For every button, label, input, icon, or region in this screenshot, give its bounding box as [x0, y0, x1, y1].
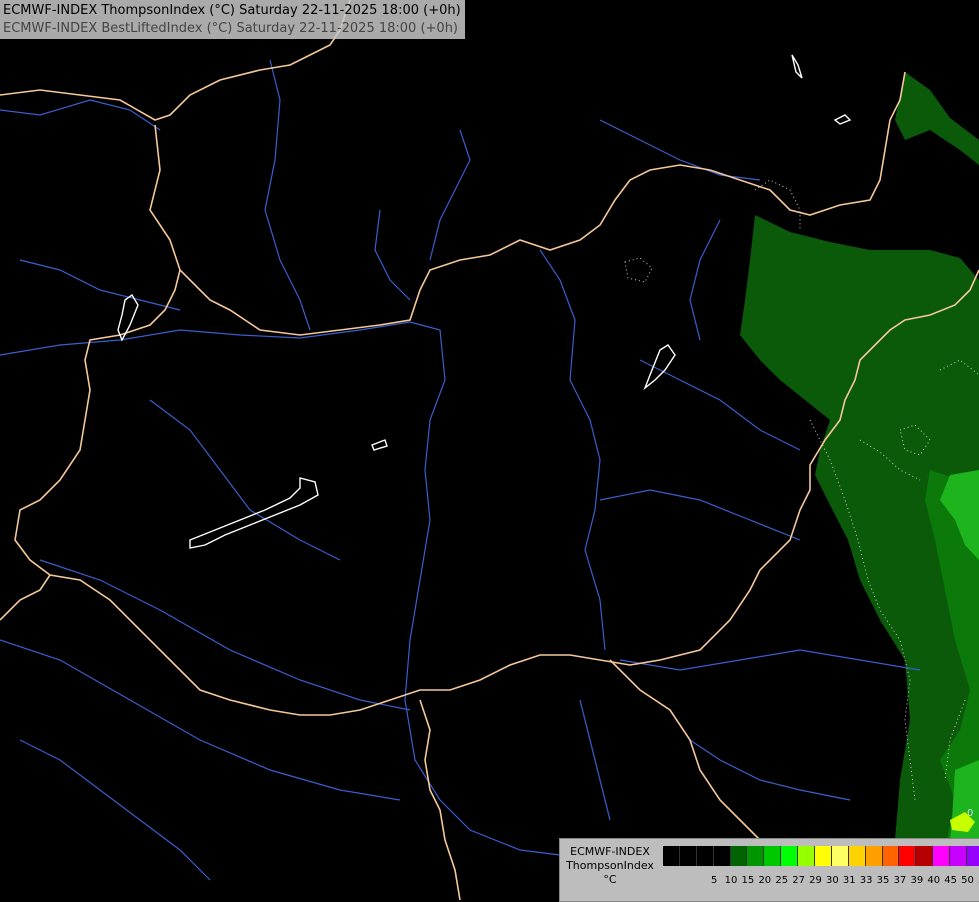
legend-swatch [798, 846, 816, 866]
legend-tick-label: 45 [944, 875, 957, 886]
title-box: ECMWF-INDEX ThompsonIndex (°C) Saturday … [0, 0, 465, 39]
legend-tick-label: 40 [927, 875, 941, 886]
legend-swatch [713, 846, 731, 866]
legend-swatch [916, 846, 934, 866]
legend-swatch [933, 846, 951, 866]
legend-swatch [764, 846, 782, 866]
legend-tick-label: 33 [859, 875, 873, 886]
color-legend: ECMWF-INDEX ThompsonIndex °C 5 10 15 20 25 27… [559, 838, 979, 902]
legend-swatch [815, 846, 832, 866]
legend-swatch [848, 846, 866, 866]
legend-tick-label: 35 [876, 875, 890, 886]
legend-swatch [730, 846, 748, 866]
legend-swatch [696, 846, 714, 866]
weather-map: 0 [0, 0, 979, 900]
legend-tick-label: 20 [758, 875, 772, 886]
legend-swatch [899, 846, 917, 866]
map-subtitle: ECMWF-INDEX BestLiftedIndex (°C) Saturda… [3, 21, 458, 36]
legend-unit: °C [603, 873, 617, 886]
legend-tick-label: 25 [775, 875, 789, 886]
legend-swatch [679, 846, 697, 866]
legend-swatch [747, 846, 765, 866]
legend-tick-label: 10 [724, 875, 738, 886]
legend-tick-label: 15 [741, 875, 755, 886]
legend-swatch [663, 846, 680, 866]
legend-label: ECMWF-INDEX ThompsonIndex °C [562, 845, 658, 887]
legend-tick-label: 39 [910, 875, 924, 886]
legend-tick-label: 29 [809, 875, 822, 886]
legend-tick-label: 27 [792, 875, 805, 886]
legend-model: ECMWF-INDEX [570, 845, 650, 858]
legend-tick-label: 5 [710, 875, 718, 886]
legend-swatch [882, 846, 900, 866]
legend-swatch [831, 846, 849, 866]
legend-swatches [663, 846, 979, 866]
legend-swatch [781, 846, 799, 866]
legend-tick-label: 30 [826, 875, 839, 886]
map-title: ECMWF-INDEX ThompsonIndex (°C) Saturday … [3, 3, 461, 18]
legend-swatch [967, 846, 979, 866]
legend-tick-label: 37 [893, 875, 907, 886]
legend-tick-label: 31 [842, 875, 856, 886]
legend-parameter: ThompsonIndex [566, 859, 654, 872]
legend-swatch [865, 846, 883, 866]
legend-ticks: 51015202527293031333537394045505560 [663, 875, 979, 886]
legend-swatch [950, 846, 968, 866]
contour-label: 0 [967, 808, 973, 819]
legend-tick-label: 50 [961, 875, 974, 886]
